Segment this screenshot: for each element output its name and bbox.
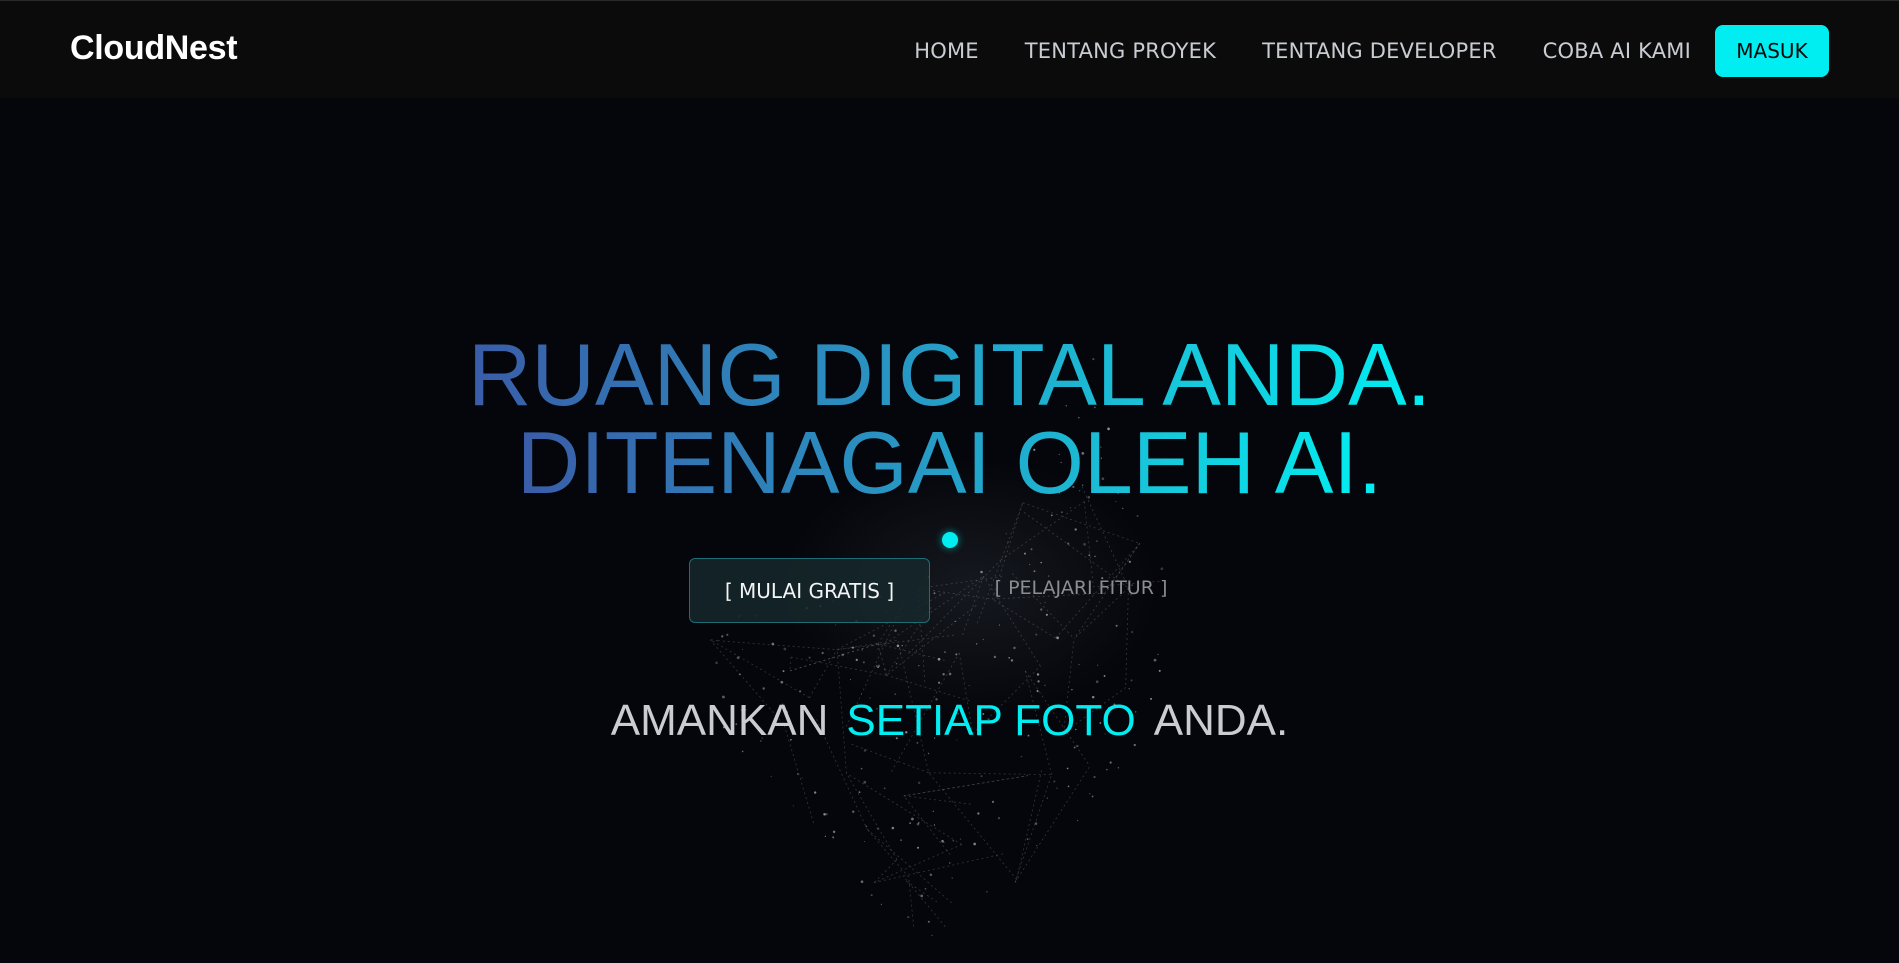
- tagline-prefix: AMANKAN: [610, 696, 829, 745]
- hero-headline: RUANG DIGITAL ANDA. DITENAGAI OLEH AI.: [0, 331, 1899, 507]
- nav-link-about-developer[interactable]: TENTANG DEVELOPER: [1262, 39, 1497, 63]
- learn-features-button[interactable]: [ PELAJARI FITUR ]: [970, 558, 1192, 618]
- headline-line-2: DITENAGAI OLEH AI.: [516, 413, 1383, 512]
- tagline-suffix: ANDA.: [1153, 696, 1289, 745]
- nav-menu: HOME TENTANG PROYEK TENTANG DEVELOPER CO…: [914, 25, 1829, 77]
- hero-tagline: AMANKAN SETIAP FOTO ANDA.: [0, 696, 1899, 746]
- hero-section: RUANG DIGITAL ANDA. DITENAGAI OLEH AI. […: [0, 98, 1899, 937]
- top-navbar: CloudNest HOME TENTANG PROYEK TENTANG DE…: [0, 0, 1899, 98]
- cursor-dot: [942, 532, 958, 548]
- start-free-button[interactable]: [ MULAI GRATIS ]: [689, 558, 930, 623]
- brand-logo[interactable]: CloudNest: [70, 29, 238, 68]
- tagline-accent: SETIAP FOTO: [846, 696, 1136, 745]
- headline-line-1: RUANG DIGITAL ANDA.: [467, 325, 1432, 424]
- nav-link-try-ai[interactable]: COBA AI KAMI: [1543, 39, 1691, 63]
- login-button[interactable]: MASUK: [1715, 25, 1829, 77]
- nav-link-about-project[interactable]: TENTANG PROYEK: [1025, 39, 1216, 63]
- nav-link-home[interactable]: HOME: [914, 39, 979, 63]
